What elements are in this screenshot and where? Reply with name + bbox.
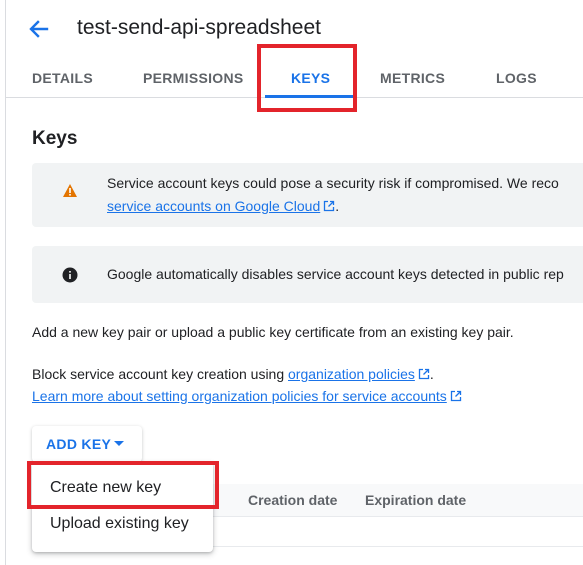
tab-bar: DETAILS PERMISSIONS KEYS METRICS LOGS xyxy=(6,58,583,98)
info-icon xyxy=(62,267,78,283)
tab-logs[interactable]: LOGS xyxy=(496,58,537,98)
page-title: test-send-api-spreadsheet xyxy=(77,16,321,39)
organization-policies-link[interactable]: organization policies xyxy=(288,366,415,382)
block-text-prefix: Block service account key creation using xyxy=(32,366,289,382)
add-key-button[interactable]: ADD KEY xyxy=(32,426,142,462)
caret-down-icon xyxy=(114,441,124,446)
external-link-icon xyxy=(324,200,335,212)
service-accounts-link[interactable]: service accounts on Google Cloud xyxy=(107,198,320,214)
column-creation-date: Creation date xyxy=(248,492,338,508)
learn-more-org-policies-link[interactable]: Learn more about setting organization po… xyxy=(32,388,447,404)
menu-item-upload-existing-key[interactable]: Upload existing key xyxy=(32,506,213,542)
info-text: Google automatically disables service ac… xyxy=(107,266,564,282)
tab-details[interactable]: DETAILS xyxy=(32,58,93,98)
add-key-pair-text: Add a new key pair or upload a public ke… xyxy=(32,324,514,340)
warning-text-line2: service accounts on Google Cloud. xyxy=(107,198,339,214)
tab-metrics[interactable]: METRICS xyxy=(380,58,445,98)
learn-more-line: Learn more about setting organization po… xyxy=(32,388,462,404)
warning-icon xyxy=(63,184,77,197)
section-title: Keys xyxy=(32,128,78,149)
info-notice: Google automatically disables service ac… xyxy=(32,246,583,303)
add-key-label: ADD KEY xyxy=(46,436,112,452)
external-link-icon xyxy=(418,368,430,380)
warning-notice: Service account keys could pose a securi… xyxy=(32,163,583,227)
tab-keys[interactable]: KEYS xyxy=(291,58,330,98)
active-tab-indicator xyxy=(265,95,355,98)
block-text-suffix: . xyxy=(429,366,434,382)
arrow-back-icon xyxy=(29,20,49,38)
warning-trailing: . xyxy=(335,198,340,214)
external-link-icon xyxy=(450,390,461,402)
keys-table-header: Creation date Expiration date xyxy=(212,484,583,517)
tab-permissions[interactable]: PERMISSIONS xyxy=(143,58,244,98)
block-key-creation-text: Block service account key creation using… xyxy=(32,366,434,382)
back-button[interactable] xyxy=(24,14,54,44)
add-key-dropdown-menu: Create new key Upload existing key xyxy=(32,462,213,552)
table-row-divider xyxy=(212,546,583,547)
warning-text: Service account keys could pose a securi… xyxy=(107,175,559,191)
page-header: test-send-api-spreadsheet xyxy=(6,0,583,58)
column-expiration-date: Expiration date xyxy=(365,492,467,508)
menu-item-create-new-key[interactable]: Create new key xyxy=(32,470,213,506)
